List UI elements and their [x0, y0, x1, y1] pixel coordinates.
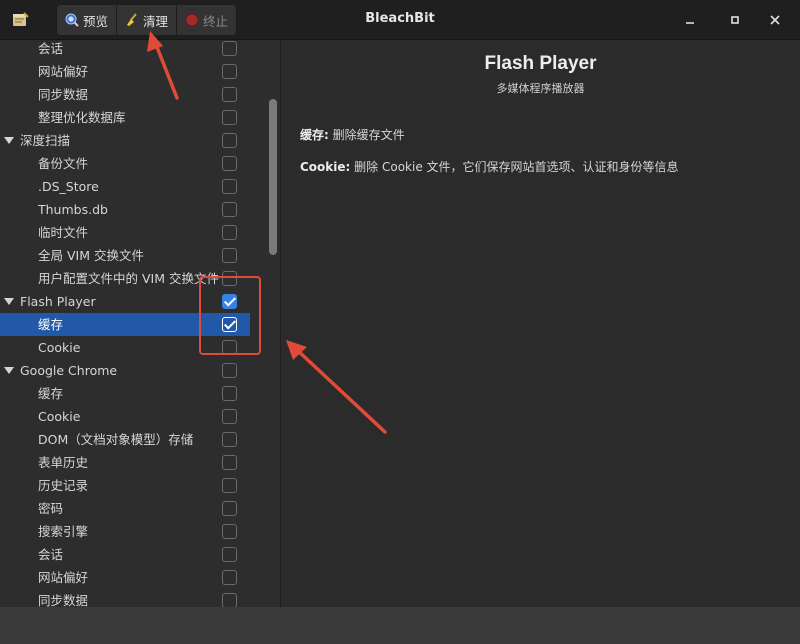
tree-row-label: Google Chrome: [20, 363, 118, 378]
tree-row-label: 临时文件: [38, 225, 89, 240]
tree-row-checkbox[interactable]: [222, 432, 237, 447]
option-description: 删除 Cookie 文件，它们保存网站首选项、认证和身份等信息: [354, 160, 679, 174]
tree-option-row[interactable]: 同步数据: [0, 83, 250, 106]
tree-row-label: Thumbs.db: [38, 202, 108, 217]
tree-row-checkbox[interactable]: [222, 133, 237, 148]
tree-option-row[interactable]: 全局 VIM 交换文件: [0, 244, 250, 267]
minimize-icon: [686, 22, 694, 24]
header-bar: 预览 清理 终止 BleachBit: [0, 0, 800, 40]
tree-option-row[interactable]: 会话: [0, 41, 250, 60]
tree-row-label: 整理优化数据库: [38, 110, 126, 125]
tree-scrollbar-thumb[interactable]: [269, 99, 277, 255]
tree-option-row[interactable]: .DS_Store: [0, 175, 250, 198]
tree-row-checkbox[interactable]: [222, 248, 237, 263]
tree-row-label: 表单历史: [38, 455, 89, 470]
tree-row-checkbox[interactable]: [222, 87, 237, 102]
tree-row-checkbox[interactable]: [222, 593, 237, 607]
close-icon: [770, 15, 780, 25]
tree-row-checkbox[interactable]: [222, 386, 237, 401]
tree-row-label: 同步数据: [38, 593, 89, 607]
details-subtitle: 多媒体程序播放器: [496, 82, 585, 95]
tree-row-label: 深度扫描: [20, 133, 71, 148]
tree-row-label: DOM（文档对象模型）存储: [38, 432, 194, 447]
tree-row-checkbox[interactable]: [222, 202, 237, 217]
tree-row-label: Cookie: [38, 340, 81, 355]
tree-row-label: Flash Player: [20, 294, 96, 309]
tree-row-label: 用户配置文件中的 VIM 交换文件: [38, 271, 219, 286]
tree-row-label: 会话: [38, 41, 64, 56]
tree-option-row[interactable]: 密码: [0, 497, 250, 520]
tree-option-row[interactable]: 会话: [0, 543, 250, 566]
annotation-highlight-box: [199, 276, 261, 355]
details-option-cookie: Cookie: 删除 Cookie 文件，它们保存网站首选项、认证和身份等信息: [300, 158, 679, 175]
tree-option-row[interactable]: 网站偏好: [0, 566, 250, 589]
tree-row-checkbox[interactable]: [222, 225, 237, 240]
status-bar: [0, 607, 800, 644]
minimize-button[interactable]: [678, 8, 702, 32]
tree-option-row[interactable]: 网站偏好: [0, 60, 250, 83]
tree-row-label: Cookie: [38, 409, 81, 424]
expand-triangle-icon[interactable]: [4, 137, 14, 144]
tree-option-row[interactable]: Thumbs.db: [0, 198, 250, 221]
tree-row-label: 全局 VIM 交换文件: [38, 248, 144, 263]
option-description: 删除缓存文件: [332, 128, 405, 142]
expand-triangle-icon[interactable]: [4, 367, 14, 374]
maximize-button[interactable]: [723, 8, 747, 32]
tree-row-label: 缓存: [38, 317, 64, 332]
tree-option-row[interactable]: 表单历史: [0, 451, 250, 474]
tree-row-checkbox[interactable]: [222, 570, 237, 585]
tree-option-row[interactable]: 缓存: [0, 382, 250, 405]
tree-row-label: 搜索引擎: [38, 524, 89, 539]
details-title: Flash Player: [484, 53, 597, 74]
tree-row-label: 网站偏好: [38, 64, 89, 79]
tree-row-label: 密码: [38, 501, 64, 516]
details-pane: Flash Player 多媒体程序播放器 缓存: 删除缓存文件 Cookie:…: [281, 41, 800, 607]
tree-row-checkbox[interactable]: [222, 64, 237, 79]
tree-row-checkbox[interactable]: [222, 41, 237, 56]
tree-row-checkbox[interactable]: [222, 110, 237, 125]
tree-group-row[interactable]: Google Chrome: [0, 359, 250, 382]
option-term: Cookie:: [300, 160, 351, 174]
close-button[interactable]: [763, 8, 787, 32]
tree-row-checkbox[interactable]: [222, 156, 237, 171]
tree-row-label: 会话: [38, 547, 64, 562]
tree-row-checkbox[interactable]: [222, 547, 237, 562]
expand-triangle-icon[interactable]: [4, 298, 14, 305]
tree-row-label: 同步数据: [38, 87, 89, 102]
details-option-cache: 缓存: 删除缓存文件: [300, 126, 405, 143]
tree-option-row[interactable]: 搜索引擎: [0, 520, 250, 543]
tree-option-row[interactable]: DOM（文档对象模型）存储: [0, 428, 250, 451]
tree-row-checkbox[interactable]: [222, 524, 237, 539]
option-term: 缓存:: [300, 128, 329, 142]
tree-row-checkbox[interactable]: [222, 363, 237, 378]
maximize-icon: [731, 16, 739, 24]
tree-option-row[interactable]: 整理优化数据库: [0, 106, 250, 129]
tree-row-checkbox[interactable]: [222, 455, 237, 470]
tree-row-label: 网站偏好: [38, 570, 89, 585]
tree-row-label: 备份文件: [38, 156, 89, 171]
tree-option-row[interactable]: 历史记录: [0, 474, 250, 497]
tree-option-row[interactable]: 备份文件: [0, 152, 250, 175]
tree-scrollbar[interactable]: [266, 41, 280, 607]
tree-row-checkbox[interactable]: [222, 478, 237, 493]
tree-row-label: .DS_Store: [38, 179, 99, 194]
tree-row-checkbox[interactable]: [222, 501, 237, 516]
tree-option-row[interactable]: 同步数据: [0, 589, 250, 607]
tree-group-row[interactable]: 深度扫描: [0, 129, 250, 152]
tree-option-row[interactable]: Cookie: [0, 405, 250, 428]
tree-row-checkbox[interactable]: [222, 179, 237, 194]
tree-row-label: 缓存: [38, 386, 64, 401]
tree-row-label: 历史记录: [38, 478, 89, 493]
tree-option-row[interactable]: 临时文件: [0, 221, 250, 244]
tree-row-checkbox[interactable]: [222, 409, 237, 424]
